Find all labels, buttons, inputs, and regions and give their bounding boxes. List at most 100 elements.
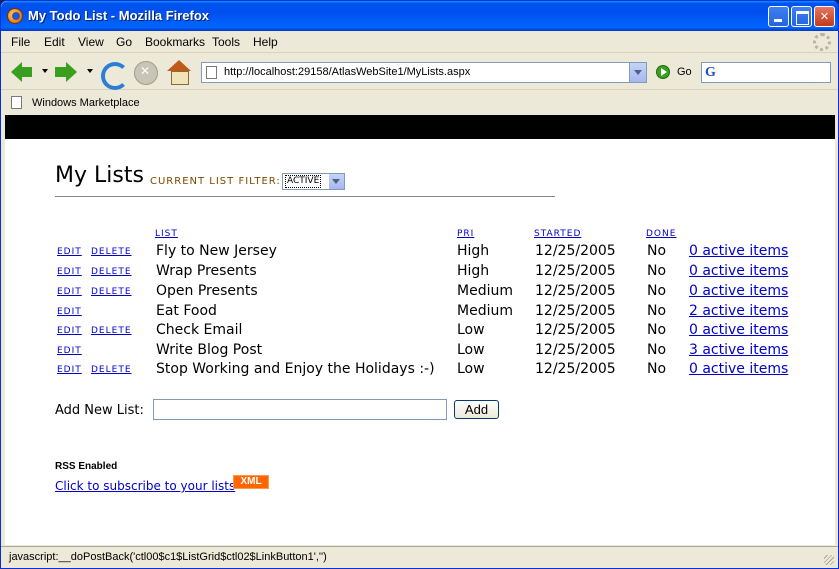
delete-link[interactable]: DELETE bbox=[91, 247, 132, 257]
menu-file[interactable]: File bbox=[11, 35, 30, 49]
edit-link[interactable]: EDIT bbox=[57, 247, 82, 257]
filter-label: Current List Filter: bbox=[150, 176, 281, 187]
column-header-started[interactable]: STARTED bbox=[534, 229, 581, 239]
list-started: 12/25/2005 bbox=[535, 283, 616, 299]
back-history-dropdown-icon[interactable] bbox=[42, 69, 48, 73]
window-edge bbox=[835, 115, 838, 546]
edit-link[interactable]: EDIT bbox=[57, 365, 82, 375]
edit-link[interactable]: EDIT bbox=[57, 326, 82, 336]
column-header-done[interactable]: DONE bbox=[646, 229, 676, 239]
menu-help[interactable]: Help bbox=[253, 35, 278, 49]
menu-bookmarks[interactable]: Bookmarks bbox=[145, 35, 205, 49]
table-row: EDIT Eat Food Medium 12/25/2005 No 2 act… bbox=[5, 302, 835, 322]
active-items-link[interactable]: 3 active items bbox=[689, 342, 788, 358]
delete-link[interactable]: DELETE bbox=[91, 365, 132, 375]
list-filter-select[interactable]: ACTIVE bbox=[282, 173, 345, 190]
list-name: Check Email bbox=[156, 322, 243, 338]
go-icon[interactable] bbox=[656, 65, 670, 79]
forward-history-dropdown-icon[interactable] bbox=[87, 69, 93, 73]
close-button[interactable]: ✕ bbox=[814, 6, 835, 27]
menu-tools[interactable]: Tools bbox=[212, 35, 240, 49]
forward-arrow-icon[interactable] bbox=[53, 59, 79, 85]
address-bar[interactable]: http://localhost:29158/AtlasWebSite1/MyL… bbox=[201, 62, 647, 83]
list-priority: Medium bbox=[457, 303, 513, 319]
resize-grip-icon[interactable] bbox=[824, 555, 834, 565]
active-items-link[interactable]: 0 active items bbox=[689, 322, 788, 338]
menu-edit[interactable]: Edit bbox=[44, 35, 65, 49]
status-bar: javascript:__doPostBack('ctl00$c1$ListGr… bbox=[1, 546, 838, 568]
table-row: EDIT Write Blog Post Low 12/25/2005 No 3… bbox=[5, 341, 835, 361]
delete-link[interactable]: DELETE bbox=[91, 267, 132, 277]
active-items-link[interactable]: 0 active items bbox=[689, 263, 788, 279]
menu-go[interactable]: Go bbox=[116, 35, 132, 49]
delete-link[interactable]: DELETE bbox=[91, 287, 132, 297]
minimize-button[interactable] bbox=[768, 6, 789, 27]
reload-icon[interactable] bbox=[98, 59, 129, 90]
address-text[interactable]: http://localhost:29158/AtlasWebSite1/MyL… bbox=[224, 66, 470, 78]
chevron-down-icon[interactable] bbox=[329, 174, 344, 189]
google-icon[interactable]: G bbox=[705, 65, 721, 80]
go-button-label[interactable]: Go bbox=[677, 66, 692, 78]
search-input[interactable]: G bbox=[701, 62, 831, 83]
list-done: No bbox=[647, 361, 667, 377]
delete-link[interactable]: DELETE bbox=[91, 326, 132, 336]
menu-view[interactable]: View bbox=[78, 35, 104, 49]
active-items-link[interactable]: 0 active items bbox=[689, 243, 788, 259]
active-items-link[interactable]: 0 active items bbox=[689, 283, 788, 299]
status-text: javascript:__doPostBack('ctl00$c1$ListGr… bbox=[9, 551, 327, 563]
xml-feed-badge[interactable]: XML bbox=[233, 475, 269, 489]
active-items-link[interactable]: 2 active items bbox=[689, 303, 788, 319]
new-list-input[interactable] bbox=[153, 399, 447, 420]
list-priority: Low bbox=[457, 342, 485, 358]
list-done: No bbox=[647, 243, 667, 259]
list-started: 12/25/2005 bbox=[535, 263, 616, 279]
title-bar[interactable]: My Todo List - Mozilla Firefox ✕ bbox=[1, 1, 838, 31]
active-items-link[interactable]: 0 active items bbox=[689, 361, 788, 377]
throbber-icon bbox=[813, 33, 831, 51]
list-name: Fly to New Jersey bbox=[156, 243, 277, 259]
edit-link[interactable]: EDIT bbox=[57, 307, 82, 317]
table-row: EDIT DELETE Stop Working and Enjoy the H… bbox=[5, 360, 835, 380]
column-header-pri[interactable]: PRI bbox=[457, 229, 474, 239]
list-done: No bbox=[647, 283, 667, 299]
header-band bbox=[5, 115, 835, 139]
rss-label: RSS Enabled bbox=[55, 461, 118, 472]
page-title: My Lists bbox=[55, 163, 144, 188]
edit-link[interactable]: EDIT bbox=[57, 346, 82, 356]
page-content: My Lists Current List Filter: ACTIVE LIS… bbox=[5, 115, 835, 545]
list-priority: Low bbox=[457, 361, 485, 377]
list-priority: Medium bbox=[457, 283, 513, 299]
add-button[interactable]: Add bbox=[454, 400, 499, 419]
edit-link[interactable]: EDIT bbox=[57, 267, 82, 277]
page-icon bbox=[206, 66, 217, 79]
back-arrow-icon[interactable] bbox=[9, 59, 35, 85]
address-dropdown-icon[interactable] bbox=[629, 63, 646, 82]
table-row: EDIT DELETE Fly to New Jersey High 12/25… bbox=[5, 242, 835, 262]
list-done: No bbox=[647, 342, 667, 358]
list-name: Wrap Presents bbox=[156, 263, 257, 279]
list-done: No bbox=[647, 322, 667, 338]
home-icon[interactable] bbox=[166, 59, 192, 85]
rss-subscribe-link[interactable]: Click to subscribe to your lists bbox=[55, 479, 235, 493]
bookmark-windows-marketplace[interactable]: Windows Marketplace bbox=[32, 97, 140, 109]
list-priority: Low bbox=[457, 322, 485, 338]
browser-window: My Todo List - Mozilla Firefox ✕ File Ed… bbox=[0, 0, 839, 569]
list-started: 12/25/2005 bbox=[535, 243, 616, 259]
bookmarks-toolbar: Windows Marketplace bbox=[1, 91, 838, 115]
firefox-icon bbox=[7, 8, 23, 24]
title-divider bbox=[55, 196, 555, 197]
stop-icon[interactable] bbox=[132, 59, 158, 85]
list-name: Stop Working and Enjoy the Holidays :-) bbox=[156, 361, 435, 377]
list-done: No bbox=[647, 303, 667, 319]
list-started: 12/25/2005 bbox=[535, 342, 616, 358]
table-row: EDIT DELETE Check Email Low 12/25/2005 N… bbox=[5, 321, 835, 341]
edit-link[interactable]: EDIT bbox=[57, 287, 82, 297]
list-started: 12/25/2005 bbox=[535, 361, 616, 377]
column-header-list[interactable]: LIST bbox=[155, 229, 178, 239]
filter-selected-value: ACTIVE bbox=[285, 175, 322, 188]
list-priority: High bbox=[457, 263, 490, 279]
maximize-button[interactable] bbox=[791, 6, 812, 27]
add-list-label: Add New List: bbox=[55, 403, 144, 418]
menu-bar: File Edit View Go Bookmarks Tools Help bbox=[1, 31, 838, 53]
table-row: EDIT DELETE Wrap Presents High 12/25/200… bbox=[5, 262, 835, 282]
